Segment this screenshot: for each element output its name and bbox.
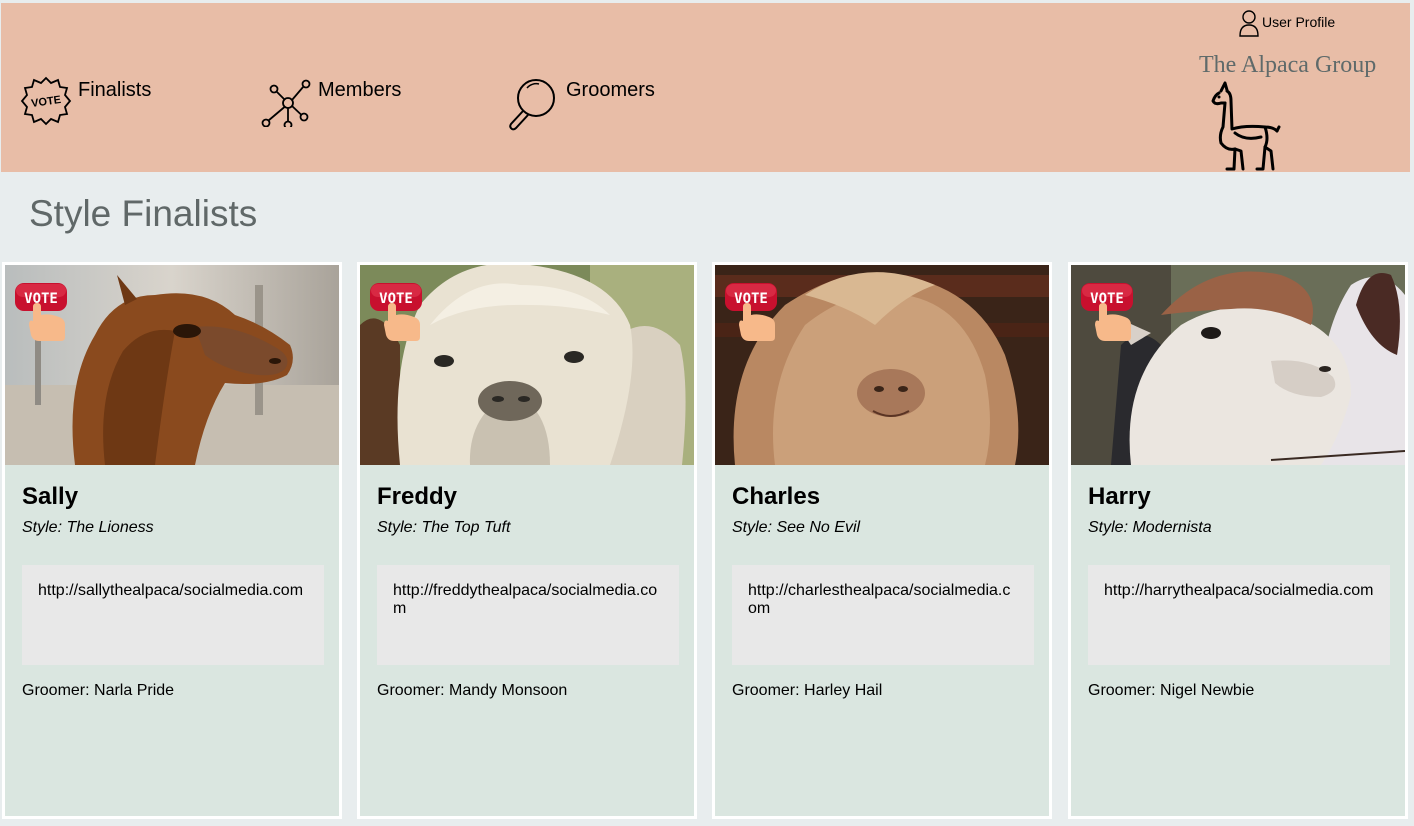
svg-text:VOTE: VOTE — [734, 291, 768, 307]
page-title: Style Finalists — [29, 193, 258, 234]
finalist-style: Style: Modernista — [1088, 519, 1212, 536]
vote-button[interactable]: VOTE — [725, 281, 781, 346]
social-media-link[interactable]: http://charlesthealpaca/socialmedia.com — [732, 565, 1034, 665]
vote-button[interactable]: VOTE — [15, 281, 71, 346]
vote-button[interactable]: VOTE — [1081, 281, 1137, 346]
finalist-card-sally: VOTE Sally Style: The Lioness http://sal… — [2, 262, 342, 819]
nav-finalists[interactable]: VOTE Finalists — [20, 75, 151, 132]
user-profile-link[interactable]: User Profile — [1238, 9, 1335, 42]
finalist-name: Sally — [22, 483, 79, 510]
finalist-style: Style: See No Evil — [732, 519, 861, 536]
social-media-link[interactable]: http://sallythealpaca/socialmedia.com — [22, 565, 324, 665]
user-icon — [1238, 9, 1260, 42]
vote-button[interactable]: VOTE — [370, 281, 426, 346]
nav-groomers-label: Groomers — [566, 79, 655, 101]
alpaca-logo-icon — [1205, 81, 1285, 178]
nav-finalists-label: Finalists — [78, 79, 152, 101]
finalist-card-charles: VOTE Charles Style: See No Evil http://c… — [712, 262, 1052, 819]
svg-text:VOTE: VOTE — [30, 94, 61, 110]
network-icon — [260, 75, 312, 132]
finalist-name: Harry — [1088, 483, 1151, 510]
brand-name: The Alpaca Group — [1199, 52, 1377, 78]
finalist-name: Freddy — [377, 483, 458, 510]
groomer-name: Groomer: Narla Pride — [22, 682, 175, 699]
finalist-card-harry: VOTE Harry Style: Modernista http://harr… — [1068, 262, 1408, 819]
finalist-card-freddy: VOTE Freddy Style: The Top Tuft http://f… — [357, 262, 697, 819]
groomer-name: Groomer: Mandy Monsoon — [377, 682, 568, 699]
nav-members[interactable]: Members — [260, 75, 401, 132]
top-header: VOTE Finalists Members Groomers User Pro… — [1, 3, 1410, 172]
user-profile-label: User Profile — [1262, 13, 1336, 30]
finalist-name: Charles — [732, 483, 821, 510]
svg-text:VOTE: VOTE — [1090, 291, 1124, 307]
svg-text:VOTE: VOTE — [24, 291, 58, 307]
finalist-style: Style: The Lioness — [22, 519, 154, 536]
finalist-style: Style: The Top Tuft — [377, 519, 511, 536]
groomer-name: Groomer: Harley Hail — [732, 682, 883, 699]
vote-badge-icon: VOTE — [20, 75, 72, 132]
nav-groomers[interactable]: Groomers — [506, 75, 655, 136]
svg-text:VOTE: VOTE — [379, 291, 413, 307]
search-icon — [506, 75, 560, 136]
social-media-link[interactable]: http://freddythealpaca/socialmedia.com — [377, 565, 679, 665]
nav-members-label: Members — [318, 79, 402, 101]
groomer-name: Groomer: Nigel Newbie — [1088, 682, 1255, 699]
social-media-link[interactable]: http://harrythealpaca/socialmedia.com — [1088, 565, 1390, 665]
